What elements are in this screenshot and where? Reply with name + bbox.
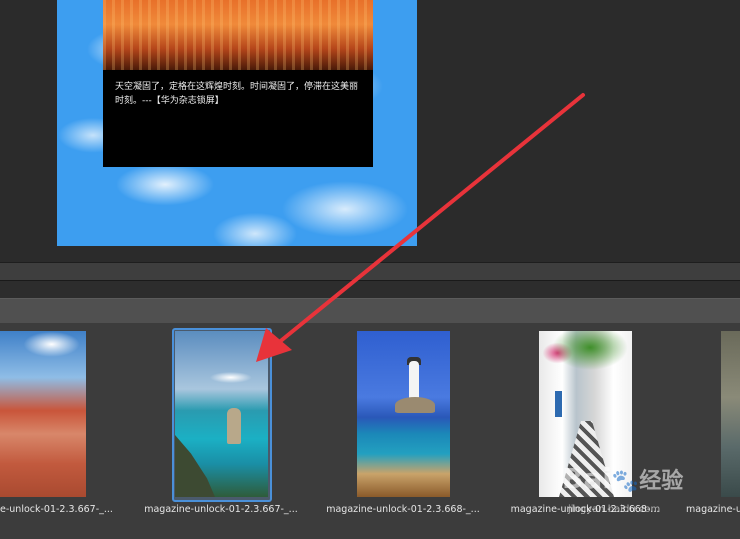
lighthouse-tower: [409, 361, 419, 401]
thumbnail-desert[interactable]: [0, 331, 86, 497]
alley-door: [555, 391, 562, 417]
lockscreen-photo: [103, 0, 373, 70]
preview-canvas: 天空凝固了，定格在这辉煌时刻。时间凝固了，停滞在这美丽时刻。---【华为杂志锁屏…: [57, 0, 417, 246]
watermark-url: jingyan.baidu.com: [568, 504, 661, 515]
sea-stack-rock: [227, 408, 241, 444]
filmstrip-header: [0, 298, 740, 324]
thumbnail-label: magazine-unlock-01-2.3.667-_...: [144, 504, 298, 515]
lockscreen-caption: 天空凝固了，定格在这辉煌时刻。时间凝固了，停滞在这美丽时刻。---【华为杂志锁屏…: [115, 82, 359, 106]
lighthouse-islet: [395, 397, 435, 413]
thumbnail-label: magazine-unlock-01-2.3.668-_...: [326, 504, 480, 515]
alley-flowers: [539, 331, 632, 386]
thumbnail-label: e-unlock-01-2.3.667-_...: [0, 504, 113, 515]
thumbnail-lighthouse[interactable]: [357, 331, 450, 497]
watermark-brand: Bai🐾经验: [562, 462, 684, 495]
baidu-watermark: Bai🐾经验 jingyan.baidu.com: [562, 462, 740, 522]
lockscreen-preview-card: 天空凝固了，定格在这辉煌时刻。时间凝固了，停滞在这美丽时刻。---【华为杂志锁屏…: [103, 0, 373, 167]
thumbnail-sea-stack[interactable]: [175, 331, 268, 497]
image-preview-area: 天空凝固了，定格在这辉煌时刻。时间凝固了，停滞在这美丽时刻。---【华为杂志锁屏…: [0, 0, 740, 262]
panel-divider[interactable]: [0, 262, 740, 281]
toolbar-strip: [0, 280, 740, 299]
cliff-shape: [175, 435, 215, 497]
